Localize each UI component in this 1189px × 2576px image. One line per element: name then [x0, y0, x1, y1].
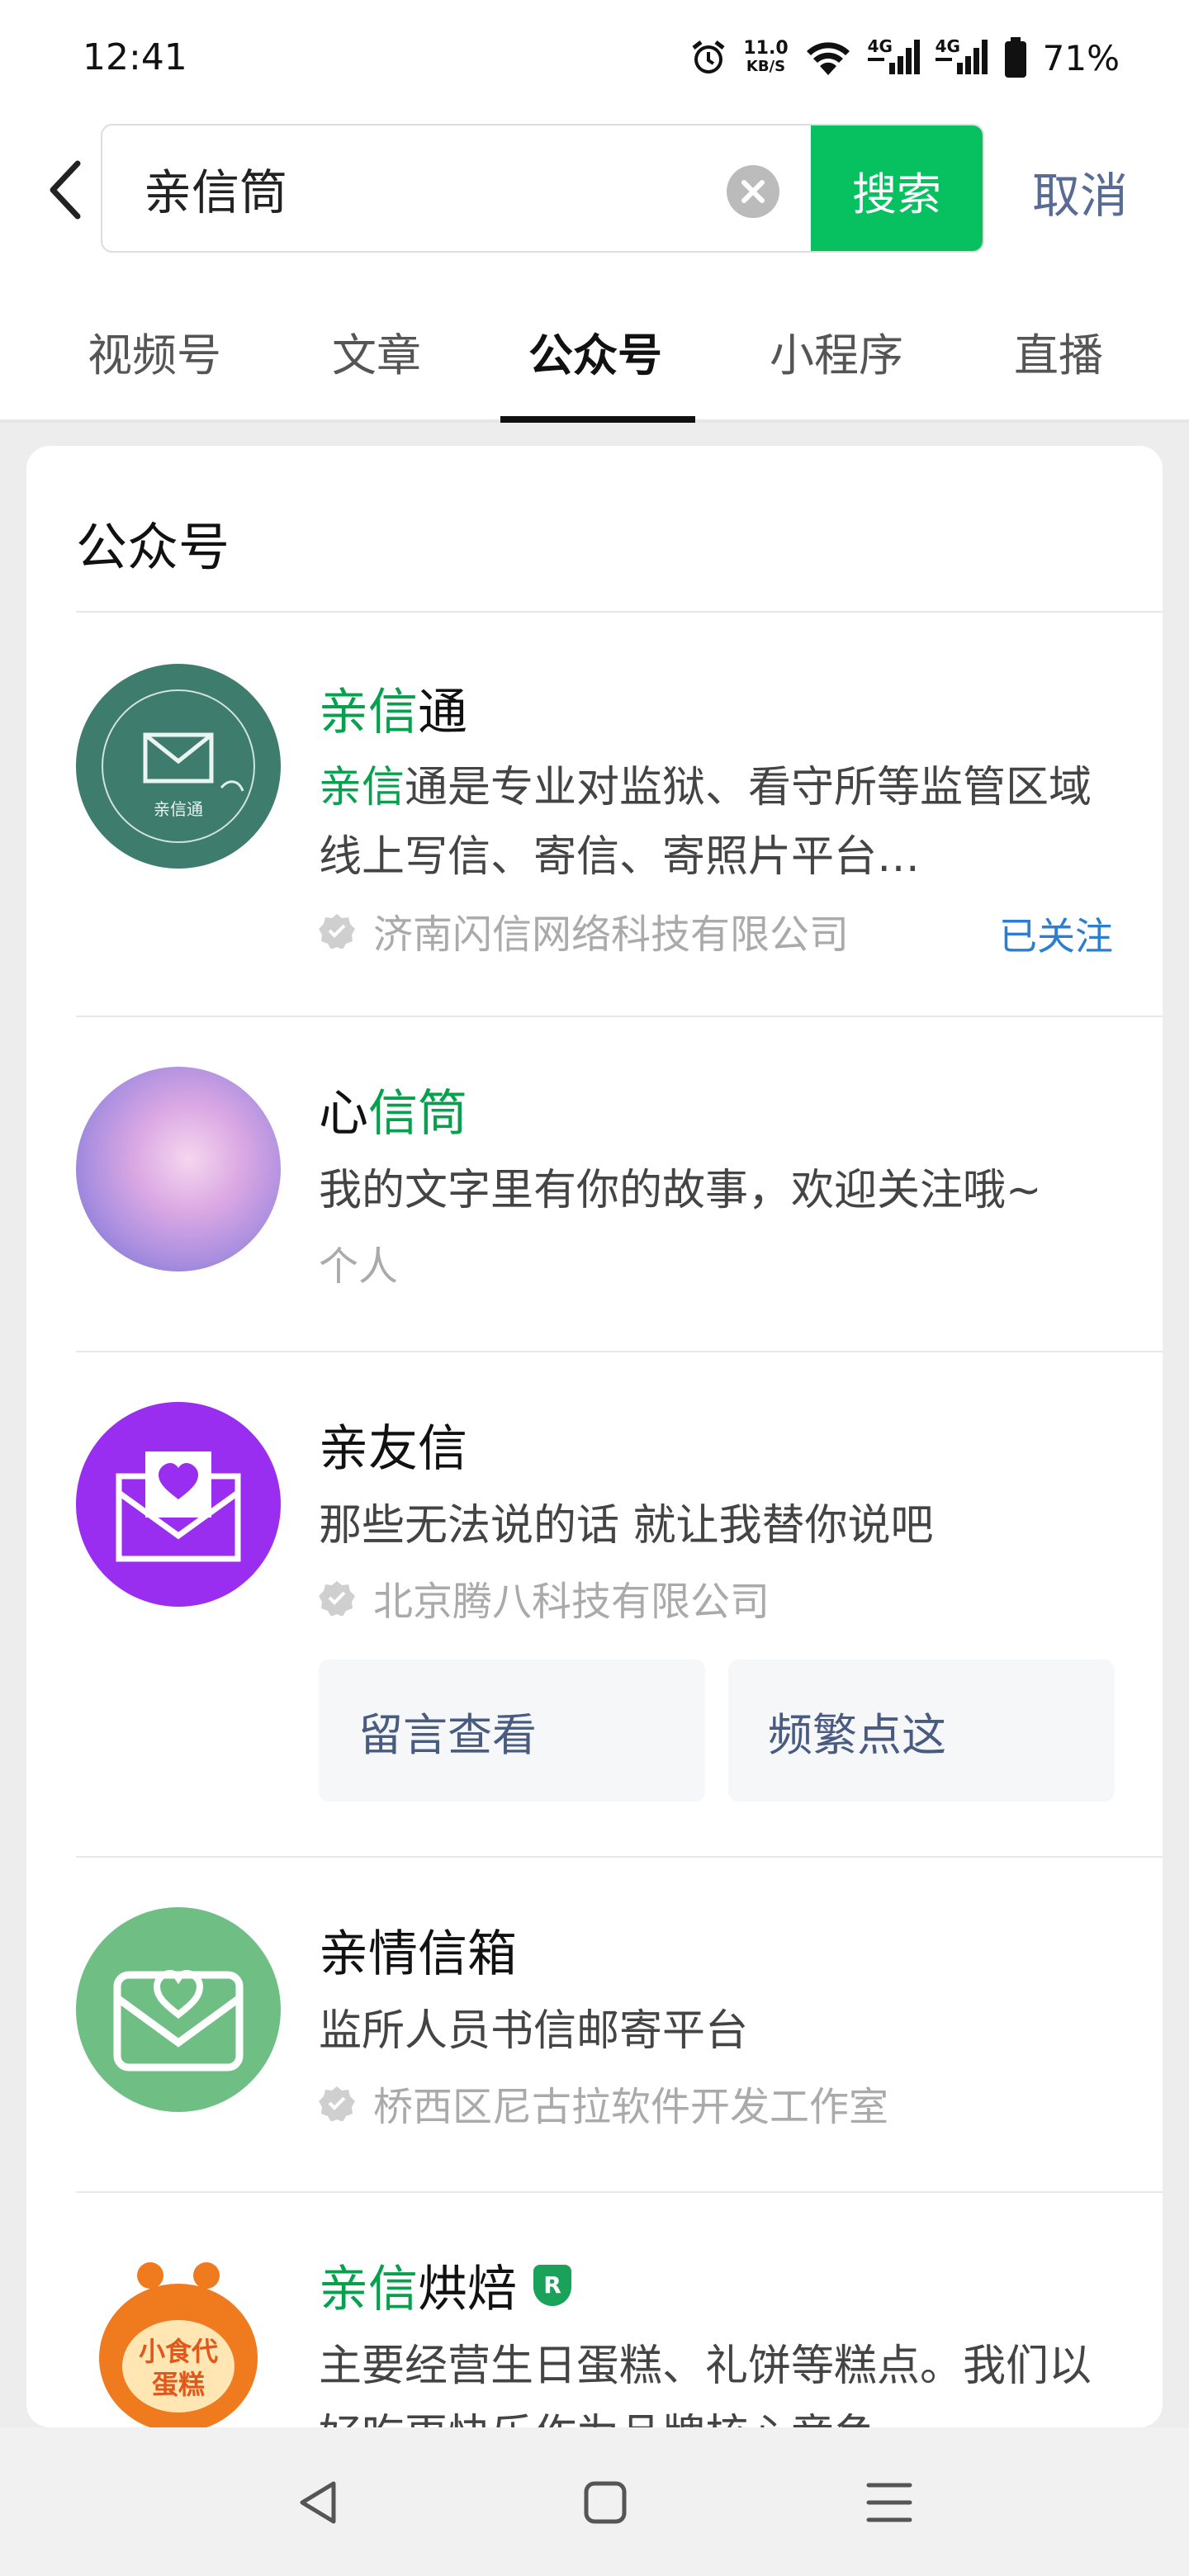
account-name: 心信筒 — [319, 1073, 467, 1145]
account-description: 主要经营生日蛋糕、礼饼等糕点。我们以好吃更快乐作为品牌核心竞争 — [319, 2342, 1092, 2427]
system-nav-bar — [0, 2427, 1189, 2576]
org-name: 北京腾八科技有限公司 — [373, 1579, 770, 1625]
account-avatar: 小食代蛋糕 — [76, 2242, 281, 2427]
menu-button-messages[interactable]: 留言查看 — [319, 1660, 705, 1802]
results-card: 公众号 亲信通 亲信通 亲信通是专业对监狱、看守所等监管区域线上写信、寄信、寄照… — [26, 446, 1163, 2427]
search-bar: 亲信筒 搜索 取消 — [0, 124, 1189, 256]
heart-envelope-icon — [116, 1451, 241, 1562]
account-avatar: 亲信通 — [76, 664, 281, 869]
followed-status[interactable]: 已关注 — [999, 907, 1113, 961]
account-org: 桥西区尼古拉软件开发工作室 — [319, 2074, 888, 2132]
account-description: 我的文字里有你的故事，欢迎关注哦~ — [319, 1166, 1042, 1215]
result-item[interactable]: 小食代蛋糕 亲信烘焙 R 主要经营生日蛋糕、礼饼等糕点。我们以好吃更快乐作为品牌… — [26, 2193, 1163, 2427]
verified-icon — [319, 1581, 355, 1616]
avatar-caption: 小食代蛋糕 — [138, 2336, 218, 2400]
desc-rest: 通是专业对监狱、看守所等监管区域线上写信、寄信、寄照片平台… — [319, 763, 1092, 882]
verified-icon — [319, 2086, 355, 2121]
category-tabs: 视频号 文章 公众号 小程序 直播 — [0, 256, 1189, 423]
signal-icon — [867, 40, 920, 74]
tab-official-accounts[interactable]: 公众号 — [528, 319, 662, 384]
account-org: 济南闪信网络科技有限公司 — [319, 902, 849, 959]
org-name: 济南闪信网络科技有限公司 — [373, 912, 850, 958]
account-name: 亲友信 — [319, 1420, 467, 1478]
result-item[interactable]: 亲信通 亲信通 亲信通是专业对监狱、看守所等监管区域线上写信、寄信、寄照片平台…… — [26, 613, 1163, 1016]
signal-icon — [935, 40, 988, 74]
account-name: 亲信烘焙 R — [319, 2249, 571, 2321]
tab-articles[interactable]: 文章 — [332, 319, 421, 384]
account-avatar — [76, 1402, 281, 1607]
search-button[interactable]: 搜索 — [811, 125, 983, 251]
nav-back-icon[interactable] — [291, 2474, 348, 2531]
search-input[interactable]: 亲信筒 — [144, 154, 287, 223]
desc-highlight: 亲信 — [319, 763, 405, 812]
result-item[interactable]: 心信筒 我的文字里有你的故事，欢迎关注哦~ 个人 — [26, 1017, 1163, 1351]
envelope-logo-icon — [102, 689, 255, 843]
heart-mailbox-icon — [113, 1969, 244, 2072]
network-speed: 11.0 KB/S — [743, 40, 788, 76]
signal-1: 4G — [867, 36, 921, 78]
name-highlight: 亲信 — [319, 684, 418, 741]
status-icons: 11.0 KB/S 4G 4G 71% — [689, 33, 1120, 83]
tab-live[interactable]: 直播 — [1014, 319, 1103, 384]
section-title: 公众号 — [76, 517, 230, 577]
account-description: 监所人员书信邮寄平台 — [319, 2006, 749, 2056]
status-time: 12:41 — [83, 36, 187, 78]
avatar-caption: 亲信通 — [154, 799, 203, 819]
battery-icon — [1004, 37, 1026, 78]
signal-2: 4G — [935, 36, 988, 78]
account-description: 亲信通是专业对监狱、看守所等监管区域线上写信、寄信、寄照片平台… — [319, 753, 1111, 892]
tab-mini-programs[interactable]: 小程序 — [770, 319, 903, 384]
account-name: 亲信通 — [319, 672, 467, 744]
wifi-icon — [806, 42, 850, 75]
registered-badge: R — [533, 2264, 571, 2306]
menu-button-frequent[interactable]: 频繁点这 — [728, 1660, 1115, 1802]
account-avatar — [76, 1067, 281, 1271]
alarm-icon — [692, 40, 725, 73]
account-type: 个人 — [319, 1243, 399, 1290]
account-name: 亲情信箱 — [319, 1925, 517, 1983]
name-highlight: 亲信 — [319, 2261, 418, 2318]
result-item[interactable]: 亲情信箱 监所人员书信邮寄平台 桥西区尼古拉软件开发工作室 — [26, 1858, 1163, 2191]
speed-value: 11.0 — [743, 38, 789, 59]
account-org: 北京腾八科技有限公司 — [319, 1569, 770, 1627]
org-name: 桥西区尼古拉软件开发工作室 — [373, 2084, 889, 2130]
account-description: 那些无法说的话 就让我替你说吧 — [319, 1501, 934, 1551]
battery-percent: 71% — [1042, 37, 1120, 78]
cancel-button[interactable]: 取消 — [1032, 157, 1128, 226]
clear-icon[interactable] — [727, 165, 779, 218]
name-prefix: 心 — [319, 1085, 368, 1143]
speed-unit: KB/S — [746, 58, 786, 75]
tab-channels[interactable]: 视频号 — [88, 319, 221, 384]
name-highlight: 信筒 — [368, 1085, 467, 1143]
result-item[interactable]: 亲友信 那些无法说的话 就让我替你说吧 北京腾八科技有限公司 留言查看 频繁点这 — [26, 1352, 1163, 1856]
back-arrow-icon[interactable] — [41, 157, 91, 223]
nav-home-icon[interactable] — [576, 2474, 634, 2531]
account-avatar — [76, 1907, 281, 2112]
name-rest: 烘焙 — [418, 2261, 517, 2318]
active-tab-indicator — [500, 416, 695, 423]
verified-icon — [319, 914, 355, 949]
search-box[interactable]: 亲信筒 搜索 — [101, 124, 984, 253]
status-bar: 12:41 11.0 KB/S 4G 4G 71% — [0, 0, 1189, 124]
nav-menu-icon[interactable] — [860, 2474, 918, 2531]
name-rest: 通 — [418, 684, 467, 741]
